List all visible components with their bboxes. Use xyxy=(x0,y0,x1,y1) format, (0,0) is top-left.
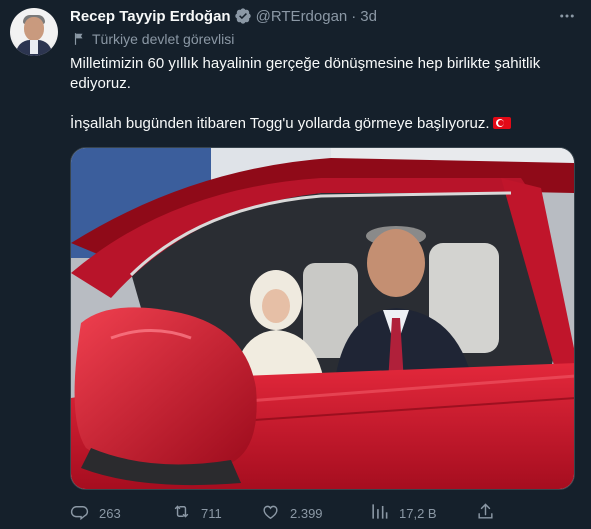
avatar[interactable] xyxy=(10,8,58,56)
verified-badge-icon[interactable] xyxy=(234,7,252,25)
affiliation-label: Türkiye devlet görevlisi xyxy=(72,31,234,47)
tweet-header: Recep Tayyip Erdoğan @RTErdogan · 3d xyxy=(70,6,377,26)
separator-dot: · xyxy=(351,7,357,25)
like-count: 2.399 xyxy=(290,505,323,521)
timestamp[interactable]: 3d xyxy=(360,8,377,25)
share-icon xyxy=(476,502,495,524)
affiliation-text: Türkiye devlet görevlisi xyxy=(92,31,235,47)
share-button[interactable] xyxy=(476,503,495,523)
more-icon[interactable] xyxy=(556,6,578,26)
reply-icon xyxy=(70,502,89,524)
retweet-count: 711 xyxy=(201,505,222,521)
tweet-photo[interactable] xyxy=(70,147,575,490)
views-count: 17,2 B xyxy=(399,505,437,521)
tweet-text-line-1: Milletimizin 60 yıllık hayalinin gerçeğe… xyxy=(70,55,541,92)
reply-count: 263 xyxy=(99,505,121,521)
tweet-text-line-2: İnşallah bugünden itibaren Togg'u yollar… xyxy=(70,115,490,132)
tweet[interactable]: Recep Tayyip Erdoğan @RTErdogan · 3d Tür… xyxy=(0,0,591,529)
tweet-actions: 263 711 2.399 17,2 B xyxy=(70,503,493,523)
views-icon xyxy=(370,502,389,524)
flag-icon xyxy=(72,32,86,46)
tweet-text: Milletimizin 60 yıllık hayalinin gerçeğe… xyxy=(70,54,575,134)
author-name[interactable]: Recep Tayyip Erdoğan xyxy=(70,8,231,25)
retweet-button[interactable]: 711 xyxy=(172,503,222,523)
like-button[interactable]: 2.399 xyxy=(261,503,323,523)
reply-button[interactable]: 263 xyxy=(70,503,121,523)
views-button[interactable]: 17,2 B xyxy=(370,503,437,523)
turkish-flag-emoji-icon xyxy=(492,117,511,129)
author-handle[interactable]: @RTErdogan xyxy=(256,8,348,25)
heart-icon xyxy=(261,502,280,524)
retweet-icon xyxy=(172,502,191,524)
